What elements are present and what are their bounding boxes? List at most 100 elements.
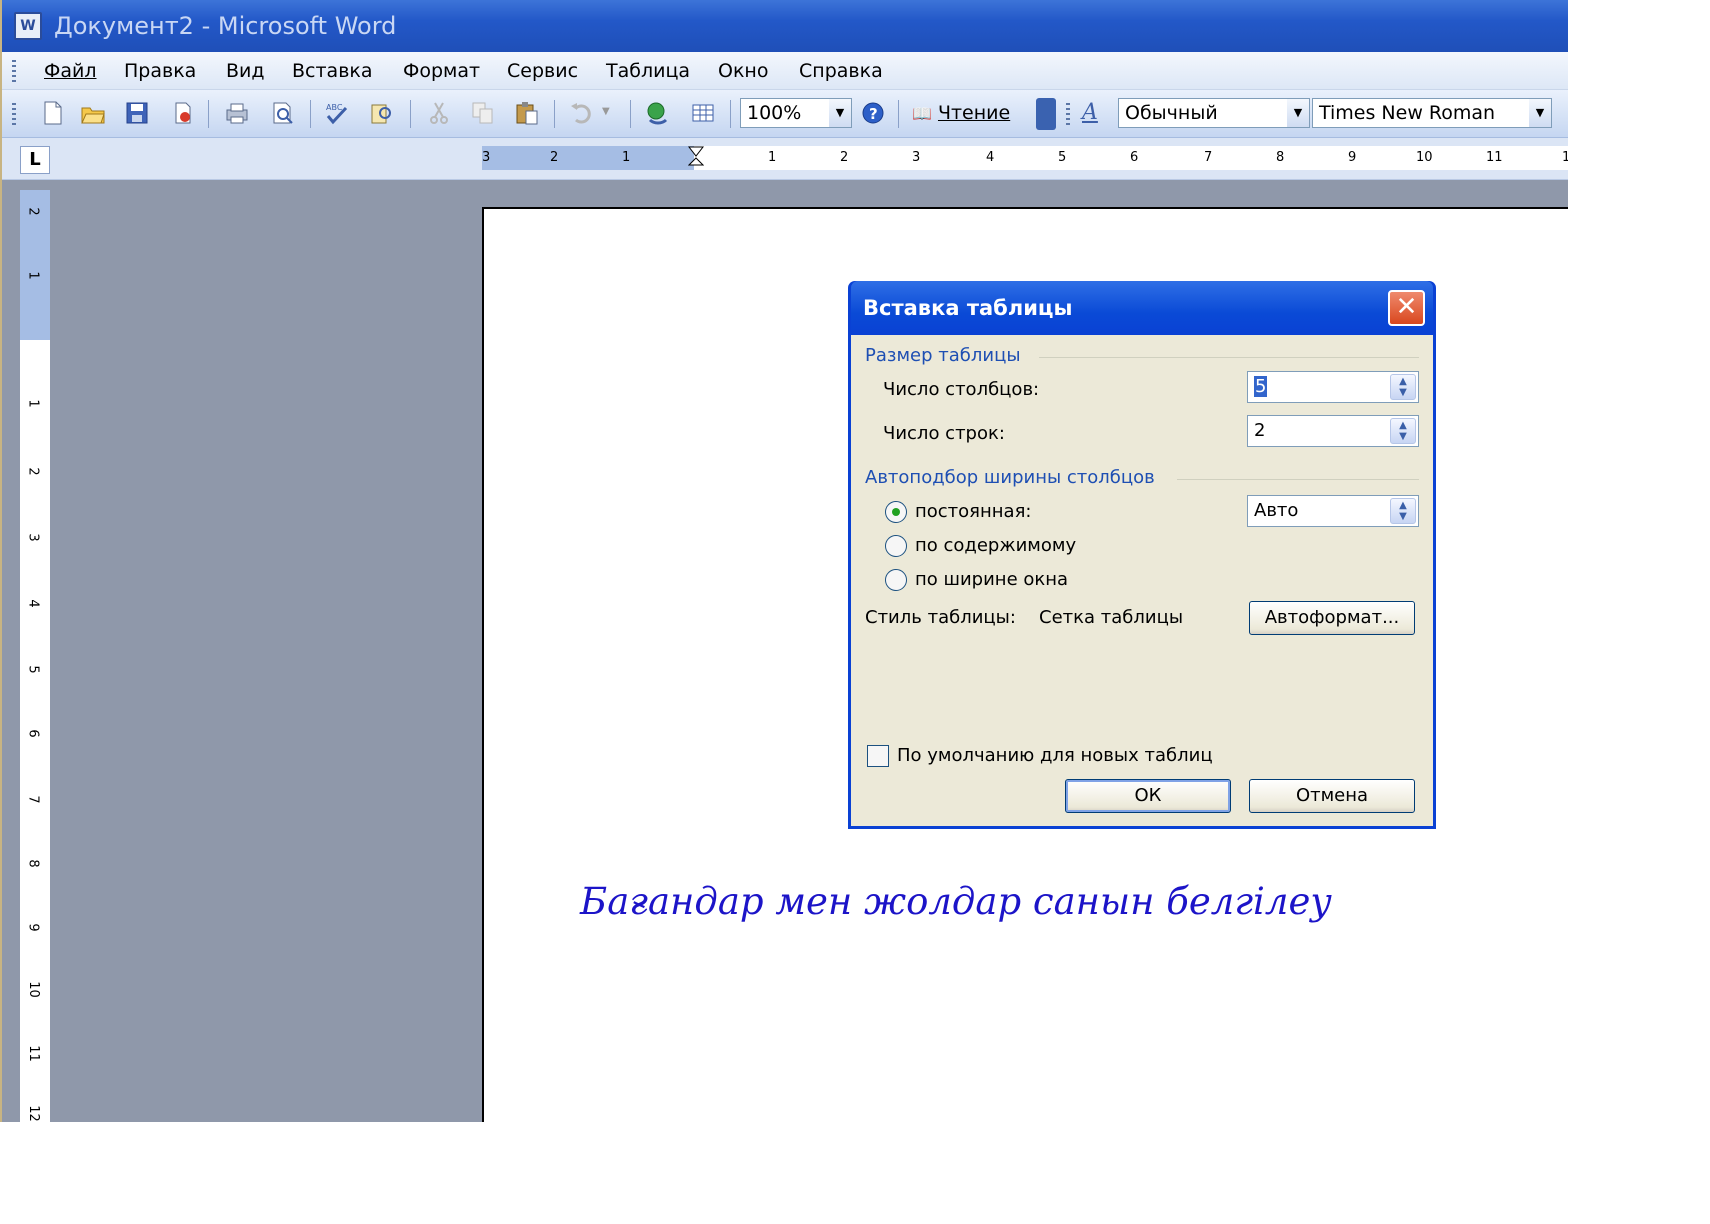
group-divider xyxy=(1177,479,1419,480)
ruler-number: 6 xyxy=(25,729,41,738)
autoformat-button[interactable]: Автоформат... xyxy=(1249,601,1415,635)
menu-tools[interactable]: Сервис xyxy=(507,52,578,90)
chevron-down-icon[interactable]: ▼ xyxy=(1529,99,1551,127)
ruler-number: 5 xyxy=(25,665,41,674)
rows-spinner[interactable]: 2 ▲ ▼ xyxy=(1247,415,1419,447)
menu-grip-handle[interactable] xyxy=(12,60,16,82)
ruler-number: 5 xyxy=(1058,150,1067,165)
default-checkbox[interactable] xyxy=(867,745,889,767)
new-document-icon[interactable] xyxy=(40,100,66,126)
fixed-width-spinner[interactable]: Авто ▲ ▼ xyxy=(1247,495,1419,527)
read-icon: 📖 xyxy=(912,104,932,123)
radio-window-label[interactable]: по ширине окна xyxy=(915,569,1068,590)
font-combo[interactable]: Times New Roman ▼ xyxy=(1312,98,1552,128)
dialog-body: Размер таблицы Число столбцов: 5 ▲ ▼ Числ… xyxy=(851,335,1433,826)
indent-marker-icon[interactable] xyxy=(688,146,704,170)
cancel-button[interactable]: Отмена xyxy=(1249,779,1415,813)
styles-icon[interactable]: A xyxy=(1082,100,1098,125)
word-app-icon[interactable]: W xyxy=(14,12,42,40)
menu-file[interactable]: Файл xyxy=(44,52,97,90)
menu-insert[interactable]: Вставка xyxy=(292,52,373,90)
ruler-number: 3 xyxy=(482,150,491,165)
zoom-value: 100% xyxy=(747,102,802,124)
hyperlink-icon[interactable] xyxy=(644,100,670,126)
fixed-width-value: Авто xyxy=(1254,500,1299,521)
chevron-down-icon[interactable]: ▼ xyxy=(829,99,851,127)
copy-icon xyxy=(472,102,493,124)
font-value: Times New Roman xyxy=(1319,102,1496,124)
toolbar-separator xyxy=(898,100,899,128)
insert-table-dialog: Вставка таблицы ✕ Размер таблицы Число с… xyxy=(848,281,1436,829)
menu-view[interactable]: Вид xyxy=(226,52,265,90)
ruler-number: 12 xyxy=(25,1105,41,1122)
default-checkbox-label[interactable]: По умолчанию для новых таблиц xyxy=(897,745,1213,766)
horizontal-ruler-area: L 3 2 1 1 2 3 4 5 6 7 8 9 10 11 1 xyxy=(2,138,1568,180)
ruler-number: 7 xyxy=(1204,150,1213,165)
insert-table-icon[interactable] xyxy=(690,100,716,126)
ruler-number: 11 xyxy=(1486,150,1503,165)
radio-contents-label[interactable]: по содержимому xyxy=(915,535,1076,556)
ruler-number: 4 xyxy=(25,599,41,608)
undo-dropdown-icon: ▼ xyxy=(602,106,610,117)
ruler-number: 2 xyxy=(25,207,41,216)
style-combo[interactable]: Обычный ▼ xyxy=(1118,98,1310,128)
table-style-label: Стиль таблицы: xyxy=(865,607,1016,628)
ruler-number: 10 xyxy=(25,981,41,998)
columns-value: 5 xyxy=(1254,376,1268,397)
ruler-number: 2 xyxy=(550,150,559,165)
zoom-combo[interactable]: 100% ▼ xyxy=(740,98,852,128)
radio-contents[interactable] xyxy=(885,535,907,557)
toolbar-overflow-icon[interactable] xyxy=(1036,98,1056,130)
spin-arrows-icon[interactable]: ▲ ▼ xyxy=(1390,498,1416,524)
vertical-ruler[interactable]: 2 1 1 2 3 4 5 6 7 8 9 10 11 12 xyxy=(20,190,50,1122)
research-icon[interactable] xyxy=(368,100,394,126)
open-folder-icon[interactable] xyxy=(80,100,106,126)
radio-window[interactable] xyxy=(885,569,907,591)
standard-toolbar: ABC ▼ 100% ▼ ? 📖 Чтение A Обычный ▼ Time xyxy=(2,90,1568,138)
horizontal-ruler[interactable]: 3 2 1 1 2 3 4 5 6 7 8 9 10 11 1 xyxy=(482,146,1568,170)
print-preview-icon[interactable] xyxy=(270,100,296,126)
read-button[interactable]: 📖 Чтение xyxy=(912,98,1010,128)
menu-edit[interactable]: Правка xyxy=(124,52,196,90)
read-label: Чтение xyxy=(937,102,1011,124)
slide-caption: Бағандар мен жолдар санын белгілеу xyxy=(580,880,1332,923)
save-icon[interactable] xyxy=(124,100,150,126)
ruler-number: 11 xyxy=(25,1045,41,1062)
print-icon[interactable] xyxy=(224,100,250,126)
radio-fixed-label[interactable]: постоянная: xyxy=(915,501,1031,522)
group-divider xyxy=(1039,357,1419,358)
ruler-number: 1 xyxy=(768,150,777,165)
help-icon[interactable]: ? xyxy=(860,100,886,126)
toolbar-separator xyxy=(730,100,731,128)
toolbar-separator xyxy=(410,100,411,128)
menu-table[interactable]: Таблица xyxy=(606,52,690,90)
window-title: Документ2 - Microsoft Word xyxy=(54,12,397,40)
tab-selector[interactable]: L xyxy=(20,146,50,174)
menu-bar: Файл Правка Вид Вставка Формат Сервис Та… xyxy=(2,52,1568,90)
paste-icon[interactable] xyxy=(514,100,540,126)
toolbar-separator xyxy=(554,100,555,128)
chevron-down-icon[interactable]: ▼ xyxy=(1287,99,1309,127)
columns-spinner[interactable]: 5 ▲ ▼ xyxy=(1247,371,1419,403)
ruler-number: 2 xyxy=(25,467,41,476)
dialog-title-bar[interactable]: Вставка таблицы ✕ xyxy=(851,281,1433,335)
cut-icon xyxy=(430,102,448,124)
ruler-number: 4 xyxy=(986,150,995,165)
spin-arrows-icon[interactable]: ▲ ▼ xyxy=(1390,418,1416,444)
spin-arrows-icon[interactable]: ▲ ▼ xyxy=(1390,374,1416,400)
permission-icon[interactable] xyxy=(170,100,196,126)
close-icon[interactable]: ✕ xyxy=(1388,290,1425,326)
ruler-left-margin xyxy=(482,146,694,170)
ruler-number: 8 xyxy=(1276,150,1285,165)
menu-help[interactable]: Справка xyxy=(799,52,883,90)
spelling-icon[interactable]: ABC xyxy=(324,100,350,126)
ok-button[interactable]: ОК xyxy=(1065,779,1231,813)
menu-format[interactable]: Формат xyxy=(403,52,480,90)
dialog-title: Вставка таблицы xyxy=(863,296,1073,320)
ruler-number: 1 xyxy=(622,150,631,165)
ruler-number: 1 xyxy=(25,399,41,408)
formatting-toolbar-grip[interactable] xyxy=(1066,103,1070,125)
menu-window[interactable]: Окно xyxy=(718,52,768,90)
toolbar-grip-handle[interactable] xyxy=(12,103,16,125)
radio-fixed[interactable] xyxy=(885,501,907,523)
